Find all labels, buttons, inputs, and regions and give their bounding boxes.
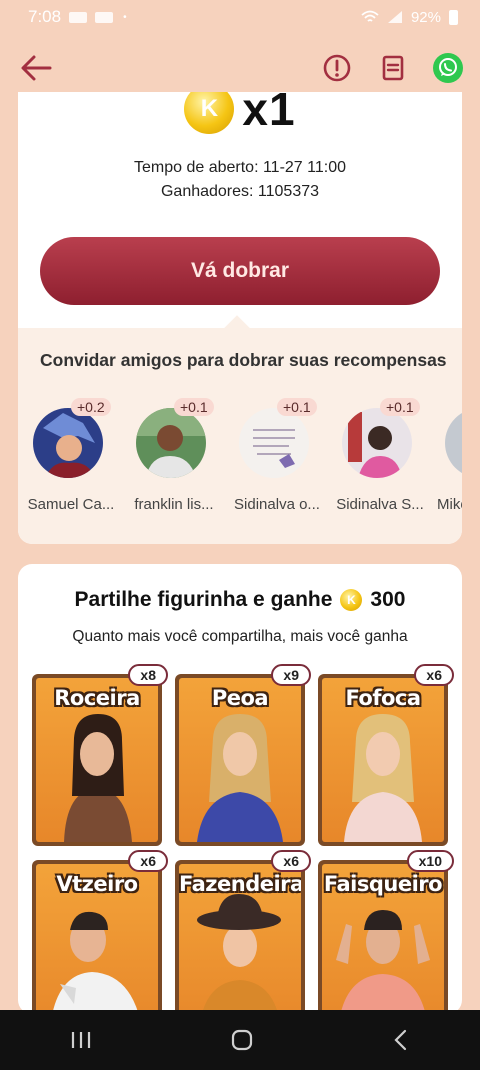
sticker-count: x10	[406, 850, 454, 872]
friend-name: franklin lis...	[134, 496, 214, 513]
bonus-badge: +0.1	[174, 398, 214, 416]
notification-icon	[69, 11, 88, 23]
invite-panel: Convidar amigos para dobrar suas recompe…	[18, 315, 462, 544]
sticker-name: Faisqueiro	[323, 872, 443, 896]
friend-name: Sidinalva o...	[234, 496, 320, 513]
wifi-icon	[361, 10, 379, 22]
avatar	[33, 408, 103, 478]
arrow-left-icon[interactable]	[18, 52, 54, 84]
header	[0, 40, 480, 96]
system-nav-bar	[0, 1010, 480, 1070]
status-bar: 7:08 • 92%	[0, 0, 480, 34]
bonus-badge: +0.1	[277, 398, 317, 416]
avatar	[136, 408, 206, 478]
sticker-count: x9	[271, 664, 311, 686]
bonus-badge: +0.1	[380, 398, 420, 416]
sticker-count: x6	[128, 850, 168, 872]
avatar	[239, 408, 309, 478]
document-icon[interactable]	[377, 52, 409, 84]
home-icon[interactable]	[230, 1028, 254, 1052]
friend-name: Samuel Ca...	[27, 496, 115, 513]
sticker-count: x6	[271, 850, 311, 872]
share-subtitle: Quanto mais você compartilha, mais você …	[72, 628, 408, 645]
sticker-name: Fazendeira	[179, 872, 301, 896]
status-dot: •	[123, 11, 127, 23]
reward-multiplier: x1	[242, 92, 296, 135]
notification-icon	[95, 11, 114, 23]
friend-name: Sidinalva S...	[336, 496, 424, 513]
avatar	[445, 408, 462, 478]
friend-name: Mike	[437, 496, 462, 513]
open-time: Tempo de aberto: 11-27 11:00	[134, 159, 346, 176]
invite-title: Convidar amigos para dobrar suas recompe…	[40, 350, 447, 370]
recent-apps-icon[interactable]	[69, 1030, 93, 1050]
back-nav-icon[interactable]	[391, 1028, 411, 1052]
share-card: Partilhe figurinha e ganhe K 300 Quanto …	[18, 564, 462, 1014]
sticker-card[interactable]: x10 Faisqueiro	[318, 850, 454, 1014]
sticker-card[interactable]: x6 Fazendeira	[175, 850, 311, 1014]
bonus-badge: +0.2	[71, 398, 111, 416]
sticker-name: Roceira	[54, 686, 140, 710]
winners-count: Ganhadores: 1105373	[160, 183, 320, 200]
sticker-card[interactable]: x9 Peoa	[175, 664, 311, 846]
signal-icon	[387, 11, 402, 23]
sticker-name: Peoa	[211, 686, 269, 710]
share-amount: 300	[370, 588, 406, 611]
battery-icon	[449, 9, 458, 25]
sticker-name: Fofoca	[345, 686, 421, 710]
sticker-card[interactable]: x6 Vtzeiro	[32, 850, 168, 1014]
reward-card: K x1 Tempo de aberto: 11-27 11:00 Ganhad…	[18, 92, 462, 544]
sticker-name: Vtzeiro	[56, 872, 138, 896]
coin-icon: K	[340, 589, 363, 611]
pointer-notch	[224, 315, 250, 341]
status-time: 7:08	[28, 7, 62, 26]
share-title-text: Partilhe figurinha e ganhe	[74, 588, 333, 611]
exclamation-circle-icon[interactable]	[321, 52, 353, 84]
battery-percent: 92%	[410, 8, 441, 26]
coin-icon: K	[184, 92, 235, 134]
sticker-card[interactable]: x8 Roceira	[32, 664, 168, 846]
double-reward-button[interactable]: Vá dobrar	[40, 237, 440, 305]
reward-row: K x1	[18, 92, 462, 136]
sticker-count: x6	[414, 664, 454, 686]
avatar	[342, 408, 412, 478]
sticker-count: x8	[128, 664, 168, 686]
sticker-card[interactable]: x6 Fofoca	[318, 664, 454, 846]
friends-list[interactable]: +0.2 Samuel Ca... +0.1 franklin lis... +…	[18, 398, 462, 518]
whatsapp-icon[interactable]	[432, 52, 464, 84]
share-title: Partilhe figurinha e ganhe K 300	[18, 588, 462, 612]
